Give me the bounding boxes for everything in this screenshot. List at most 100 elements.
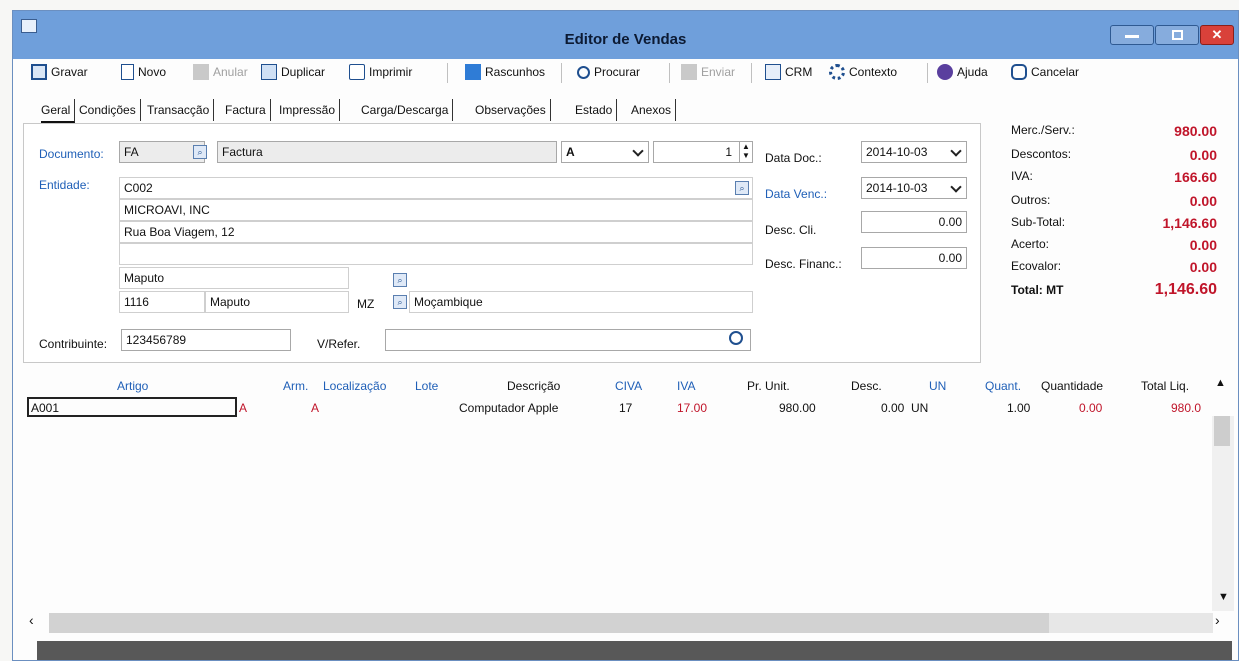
row-desc[interactable]: 0.00	[881, 401, 904, 415]
enviar-button[interactable]: Enviar	[681, 61, 735, 83]
row-pr-unit[interactable]: 980.00	[779, 401, 816, 415]
data-doc-field[interactable]: 2014-10-03	[861, 141, 967, 163]
column-header-iva[interactable]: IVA	[677, 379, 695, 393]
desc-cli-label: Desc. Cli.	[765, 223, 817, 237]
column-header-civa[interactable]: CIVA	[615, 379, 642, 393]
duplicate-icon	[261, 64, 277, 80]
serie-select[interactable]: A	[561, 141, 649, 163]
desc-cli-field[interactable]: 0.00	[861, 211, 967, 233]
grand-total-label: Total: MT	[1011, 283, 1064, 297]
entity-name-field[interactable]: MICROAVI, INC	[119, 199, 753, 221]
printer-icon	[349, 64, 365, 80]
address2-field[interactable]	[119, 243, 753, 265]
close-button[interactable]: ✕	[1200, 25, 1234, 45]
tab-factura[interactable]: Factura	[225, 99, 271, 121]
cancel-document-icon	[193, 64, 209, 80]
doc-type-picker-icon[interactable]: ⌕	[193, 145, 207, 159]
row-quant[interactable]: 1.00	[1007, 401, 1030, 415]
country-field[interactable]: Moçambique	[409, 291, 753, 313]
vertical-scrollbar[interactable]	[1212, 416, 1234, 611]
documento-label: Documento:	[39, 147, 104, 161]
totals-panel: Merc./Serv.: 980.00 Descontos: 0.00 IVA:…	[993, 123, 1229, 323]
column-header-descricao[interactable]: Descrição	[507, 379, 560, 393]
row-civa[interactable]: 17	[619, 401, 632, 415]
toolbar-separator	[927, 63, 928, 83]
toolbar-separator	[447, 63, 448, 83]
column-header-un[interactable]: UN	[929, 379, 946, 393]
duplicar-button[interactable]: Duplicar	[261, 61, 325, 83]
editor-window: Editor de Vendas ✕ Gravar Novo Anular Du…	[12, 10, 1239, 661]
column-header-artigo[interactable]: Artigo	[117, 379, 148, 393]
entity-picker-icon[interactable]: ⌕	[735, 181, 749, 195]
title-bar: Editor de Vendas ✕	[13, 11, 1238, 59]
tab-observacoes[interactable]: Observações	[475, 99, 551, 121]
total-label: IVA:	[1011, 169, 1033, 183]
column-header-quant[interactable]: Quant.	[985, 379, 1021, 393]
row-total-liq[interactable]: 980.0	[1171, 401, 1201, 415]
toolbar-separator	[751, 63, 752, 83]
gravar-button[interactable]: Gravar	[31, 61, 88, 83]
address1-field[interactable]: Rua Boa Viagem, 12	[119, 221, 753, 243]
column-header-total-liq[interactable]: Total Liq.	[1141, 379, 1189, 393]
row-iva[interactable]: 17.00	[677, 401, 707, 415]
row-quantidade[interactable]: 0.00	[1079, 401, 1102, 415]
tab-condicoes[interactable]: Condições	[79, 99, 141, 121]
scroll-left-icon[interactable]: ‹	[29, 612, 34, 628]
contexto-button[interactable]: Contexto	[829, 61, 897, 83]
ajuda-button[interactable]: Ajuda	[937, 61, 988, 83]
column-header-pr-unit[interactable]: Pr. Unit.	[747, 379, 790, 393]
row-arm[interactable]: A	[239, 401, 247, 415]
column-header-lote[interactable]: Lote	[415, 379, 438, 393]
country-code: MZ	[357, 297, 375, 311]
postal-code-field[interactable]: 1116	[119, 291, 205, 313]
locality-field[interactable]: Maputo	[205, 291, 349, 313]
imprimir-button[interactable]: Imprimir	[349, 61, 412, 83]
scroll-down-icon[interactable]: ▼	[1218, 591, 1229, 603]
data-venc-field[interactable]: 2014-10-03	[861, 177, 967, 199]
tab-transaccao[interactable]: Transacção	[147, 99, 215, 121]
tab-geral[interactable]: Geral	[41, 99, 76, 123]
search-icon[interactable]	[729, 331, 743, 345]
country-picker-icon[interactable]: ⌕	[393, 295, 407, 309]
rascunhos-button[interactable]: Rascunhos	[465, 61, 545, 83]
doc-number-field[interactable]: 1	[653, 141, 753, 163]
column-header-localizacao[interactable]: Localização	[323, 379, 386, 393]
tab-carga-descarga[interactable]: Carga/Descarga	[361, 99, 454, 121]
row-un[interactable]: UN	[911, 401, 928, 415]
vertical-scroll-thumb[interactable]	[1214, 416, 1230, 446]
tab-impressao[interactable]: Impressão	[279, 99, 341, 121]
entity-code-field[interactable]: C002	[119, 177, 753, 199]
row-descricao[interactable]: Computador Apple	[459, 401, 558, 415]
horizontal-scrollbar[interactable]	[49, 613, 1213, 633]
anular-button[interactable]: Anular	[193, 61, 248, 83]
desc-financ-field[interactable]: 0.00	[861, 247, 967, 269]
send-icon	[681, 64, 697, 80]
total-value: 1,146.60	[1162, 215, 1218, 231]
total-value: 0.00	[1189, 147, 1217, 163]
crm-button[interactable]: CRM	[765, 61, 812, 83]
desc-financ-label: Desc. Financ.:	[765, 257, 842, 271]
maximize-button[interactable]	[1155, 25, 1199, 45]
city-field[interactable]: Maputo	[119, 267, 349, 289]
row-localizacao[interactable]: A	[311, 401, 319, 415]
total-value: 166.60	[1174, 169, 1217, 185]
scroll-up-icon[interactable]: ▲	[1215, 377, 1226, 389]
contribuinte-field[interactable]: 123456789	[121, 329, 291, 351]
column-header-quantidade[interactable]: Quantidade	[1041, 379, 1103, 393]
procurar-button[interactable]: Procurar	[577, 61, 640, 83]
column-header-arm[interactable]: Arm.	[283, 379, 308, 393]
scroll-right-icon[interactable]: ›	[1215, 612, 1220, 628]
vrefer-field[interactable]	[385, 329, 751, 351]
number-spinner-icon[interactable]: ▲ ▼	[739, 142, 752, 162]
doc-name-field: Factura	[217, 141, 557, 163]
tab-anexos[interactable]: Anexos	[631, 99, 677, 121]
horizontal-scroll-thumb[interactable]	[49, 613, 1049, 633]
cancelar-button[interactable]: Cancelar	[1011, 61, 1079, 83]
close-icon	[1011, 64, 1027, 80]
novo-button[interactable]: Novo	[121, 61, 166, 83]
city-picker-icon[interactable]: ⌕	[393, 273, 407, 287]
column-header-desc[interactable]: Desc.	[851, 379, 882, 393]
tab-estado[interactable]: Estado	[575, 99, 618, 121]
row-artigo[interactable]: A001	[31, 401, 59, 415]
minimize-button[interactable]	[1110, 25, 1154, 45]
